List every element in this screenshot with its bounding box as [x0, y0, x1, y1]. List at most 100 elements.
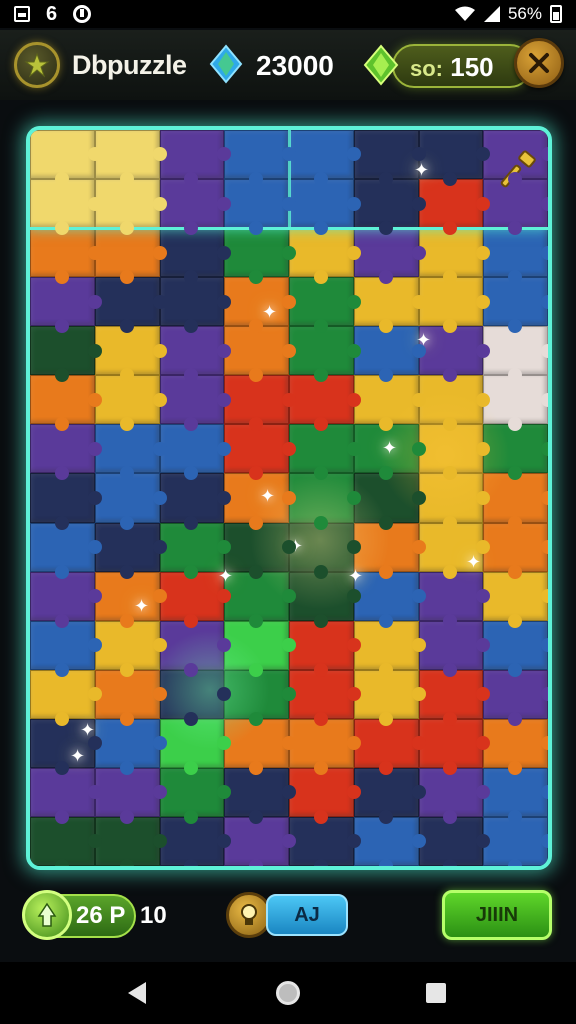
- auto-button[interactable]: AJ: [266, 894, 348, 936]
- puzzle-piece[interactable]: [353, 522, 426, 579]
- puzzle-piece[interactable]: [30, 767, 102, 824]
- puzzle-piece[interactable]: [159, 277, 231, 334]
- puzzle-piece[interactable]: [224, 669, 296, 726]
- puzzle-piece[interactable]: [418, 571, 490, 628]
- puzzle-grid[interactable]: [30, 130, 548, 866]
- puzzle-piece[interactable]: [224, 620, 296, 677]
- close-button[interactable]: [514, 38, 564, 88]
- puzzle-piece[interactable]: [30, 424, 102, 481]
- puzzle-piece[interactable]: [159, 473, 231, 530]
- puzzle-piece[interactable]: [94, 228, 167, 285]
- puzzle-piece[interactable]: [353, 473, 426, 530]
- puzzle-piece[interactable]: [353, 816, 426, 866]
- puzzle-piece[interactable]: [159, 816, 231, 866]
- puzzle-piece[interactable]: [30, 130, 102, 187]
- puzzle-piece[interactable]: [483, 767, 548, 824]
- puzzle-piece[interactable]: [94, 473, 167, 530]
- puzzle-piece[interactable]: [289, 718, 361, 775]
- puzzle-piece[interactable]: [94, 375, 167, 432]
- puzzle-piece[interactable]: [353, 179, 426, 236]
- puzzle-piece[interactable]: [159, 375, 231, 432]
- puzzle-piece[interactable]: [30, 571, 102, 628]
- puzzle-piece[interactable]: [353, 130, 426, 187]
- puzzle-piece[interactable]: [418, 669, 490, 726]
- puzzle-piece[interactable]: [418, 228, 490, 285]
- puzzle-piece[interactable]: [418, 130, 490, 187]
- puzzle-piece[interactable]: [289, 424, 361, 481]
- puzzle-piece[interactable]: [30, 375, 102, 432]
- puzzle-piece[interactable]: [353, 620, 426, 677]
- puzzle-piece[interactable]: [30, 473, 102, 530]
- puzzle-piece[interactable]: [483, 620, 548, 677]
- puzzle-piece[interactable]: [353, 718, 426, 775]
- puzzle-piece[interactable]: [483, 669, 548, 726]
- puzzle-piece[interactable]: [94, 571, 167, 628]
- puzzle-piece[interactable]: [289, 130, 361, 187]
- puzzle-piece[interactable]: [94, 326, 167, 383]
- puzzle-piece[interactable]: [30, 620, 102, 677]
- puzzle-piece[interactable]: [418, 277, 490, 334]
- puzzle-piece[interactable]: [289, 326, 361, 383]
- puzzle-piece[interactable]: [30, 228, 102, 285]
- puzzle-piece[interactable]: [224, 816, 296, 866]
- puzzle-piece[interactable]: [94, 718, 167, 775]
- puzzle-piece[interactable]: [159, 718, 231, 775]
- puzzle-piece[interactable]: [483, 571, 548, 628]
- puzzle-piece[interactable]: [353, 669, 426, 726]
- puzzle-piece[interactable]: [289, 669, 361, 726]
- puzzle-piece[interactable]: [94, 816, 167, 866]
- hammer-icon[interactable]: [500, 148, 542, 190]
- puzzle-piece[interactable]: [353, 375, 426, 432]
- puzzle-piece[interactable]: [418, 718, 490, 775]
- puzzle-piece[interactable]: [94, 620, 167, 677]
- puzzle-piece[interactable]: [94, 277, 167, 334]
- puzzle-piece[interactable]: [418, 326, 490, 383]
- puzzle-piece[interactable]: [224, 277, 296, 334]
- puzzle-piece[interactable]: [159, 179, 231, 236]
- puzzle-piece[interactable]: [289, 571, 361, 628]
- puzzle-piece[interactable]: [224, 228, 296, 285]
- puzzle-piece[interactable]: [159, 669, 231, 726]
- puzzle-piece[interactable]: [289, 179, 361, 236]
- puzzle-piece[interactable]: [418, 620, 490, 677]
- puzzle-piece[interactable]: [30, 522, 102, 579]
- puzzle-piece[interactable]: [159, 424, 231, 481]
- puzzle-piece[interactable]: [224, 326, 296, 383]
- puzzle-piece[interactable]: [289, 473, 361, 530]
- puzzle-piece[interactable]: [224, 179, 296, 236]
- puzzle-piece[interactable]: [224, 473, 296, 530]
- puzzle-piece[interactable]: [94, 522, 167, 579]
- puzzle-piece[interactable]: [483, 277, 548, 334]
- hint-button[interactable]: [22, 890, 72, 940]
- puzzle-piece[interactable]: [159, 326, 231, 383]
- puzzle-piece[interactable]: [159, 571, 231, 628]
- puzzle-piece[interactable]: [224, 375, 296, 432]
- puzzle-piece[interactable]: [224, 571, 296, 628]
- puzzle-piece[interactable]: [159, 228, 231, 285]
- puzzle-piece[interactable]: [159, 620, 231, 677]
- puzzle-piece[interactable]: [224, 424, 296, 481]
- puzzle-piece[interactable]: [94, 767, 167, 824]
- puzzle-piece[interactable]: [30, 816, 102, 866]
- puzzle-piece[interactable]: [289, 816, 361, 866]
- puzzle-piece[interactable]: [159, 130, 231, 187]
- puzzle-piece[interactable]: [30, 326, 102, 383]
- puzzle-piece[interactable]: [30, 179, 102, 236]
- puzzle-piece[interactable]: [289, 522, 361, 579]
- puzzle-piece[interactable]: [418, 424, 490, 481]
- recent-icon[interactable]: [426, 983, 446, 1003]
- puzzle-piece[interactable]: [483, 473, 548, 530]
- puzzle-piece[interactable]: [30, 277, 102, 334]
- puzzle-piece[interactable]: [353, 228, 426, 285]
- puzzle-piece[interactable]: [418, 767, 490, 824]
- puzzle-piece[interactable]: [94, 424, 167, 481]
- puzzle-piece[interactable]: [94, 179, 167, 236]
- puzzle-piece[interactable]: [418, 473, 490, 530]
- puzzle-piece[interactable]: [289, 277, 361, 334]
- puzzle-piece[interactable]: [289, 767, 361, 824]
- main-action-button[interactable]: JIIIN: [442, 890, 552, 940]
- puzzle-piece[interactable]: [418, 179, 490, 236]
- home-icon[interactable]: [276, 981, 300, 1005]
- puzzle-piece[interactable]: [353, 424, 426, 481]
- puzzle-piece[interactable]: [30, 669, 102, 726]
